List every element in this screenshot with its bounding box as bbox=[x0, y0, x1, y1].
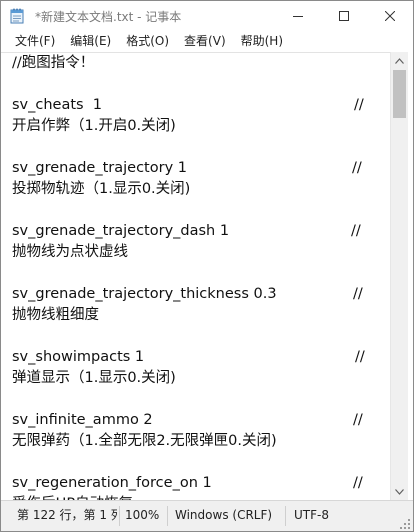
status-divider bbox=[285, 506, 286, 526]
editor-line: 无限弹药（1.全部无限2.无限弹匣0.关闭) bbox=[12, 433, 277, 449]
editor-line: sv_grenade_trajectory_thickness 0.3 bbox=[12, 286, 277, 302]
editor-line: 投掷物轨迹（1.显示0.关闭) bbox=[12, 181, 191, 197]
editor-line: //跑图指令！ bbox=[12, 55, 95, 71]
editor-line: sv_grenade_trajectory_dash 1 bbox=[12, 223, 230, 239]
editor-line: sv_grenade_trajectory 1 bbox=[12, 160, 187, 176]
notepad-icon bbox=[10, 8, 24, 24]
menu-edit[interactable]: 编辑(E) bbox=[64, 32, 117, 51]
status-bar: 第 122 行，第 1 列 100% Windows (CRLF) UTF-8 bbox=[1, 500, 413, 531]
comment-marker: // bbox=[353, 475, 363, 491]
maximize-button[interactable] bbox=[321, 1, 367, 31]
window-title: *新建文本文档.txt - 记事本 bbox=[35, 10, 182, 24]
close-icon bbox=[385, 11, 395, 21]
menu-bar: 文件(F) 编辑(E) 格式(O) 查看(V) 帮助(H) bbox=[1, 31, 413, 52]
minimize-icon bbox=[293, 16, 303, 17]
comment-marker: // bbox=[353, 286, 363, 302]
vertical-scrollbar[interactable] bbox=[390, 52, 408, 500]
chevron-up-icon bbox=[395, 57, 404, 64]
scroll-up-button[interactable] bbox=[391, 52, 408, 69]
comment-marker: // bbox=[354, 97, 364, 113]
encoding: UTF-8 bbox=[294, 508, 329, 522]
comment-marker: // bbox=[353, 412, 363, 428]
editor-line: 抛物线为点状虚线 bbox=[12, 244, 128, 260]
status-divider bbox=[167, 506, 168, 526]
zoom-level: 100% bbox=[125, 508, 160, 522]
editor-line: sv_regeneration_force_on 1 bbox=[12, 475, 212, 491]
text-editor[interactable]: //跑图指令！ sv_cheats 1 开启作弊（1.开启0.关闭) sv_grena… bbox=[1, 52, 390, 501]
scroll-down-button[interactable] bbox=[391, 483, 408, 500]
scrollbar-thumb[interactable] bbox=[393, 70, 406, 118]
editor-line: sv_infinite_ammo 2 bbox=[12, 412, 153, 428]
maximize-icon bbox=[339, 11, 349, 21]
editor-line: sv_cheats 1 bbox=[12, 97, 103, 113]
resize-grip-icon[interactable] bbox=[399, 518, 411, 530]
close-button[interactable] bbox=[367, 1, 413, 31]
chevron-down-icon bbox=[395, 488, 404, 495]
comment-marker: // bbox=[355, 349, 365, 365]
editor-line: 弹道显示（1.显示0.关闭) bbox=[12, 370, 176, 386]
editor-line: 开启作弊（1.开启0.关闭) bbox=[12, 118, 176, 134]
editor-line: 抛物线粗细度 bbox=[12, 307, 99, 323]
menu-help[interactable]: 帮助(H) bbox=[235, 32, 289, 51]
line-ending: Windows (CRLF) bbox=[175, 508, 273, 522]
menu-view[interactable]: 查看(V) bbox=[178, 32, 232, 51]
comment-marker: // bbox=[352, 160, 362, 176]
status-divider bbox=[119, 506, 120, 526]
minimize-button[interactable] bbox=[275, 1, 321, 31]
menu-format[interactable]: 格式(O) bbox=[120, 32, 175, 51]
menu-file[interactable]: 文件(F) bbox=[9, 32, 61, 51]
editor-line: sv_showimpacts 1 bbox=[12, 349, 145, 365]
comment-marker: // bbox=[351, 223, 361, 239]
title-bar[interactable]: *新建文本文档.txt - 记事本 bbox=[1, 1, 413, 31]
cursor-position: 第 122 行，第 1 列 bbox=[17, 508, 117, 522]
notepad-window: *新建文本文档.txt - 记事本 文件(F) 编辑(E) 格式(O) 查看(V… bbox=[0, 0, 414, 532]
